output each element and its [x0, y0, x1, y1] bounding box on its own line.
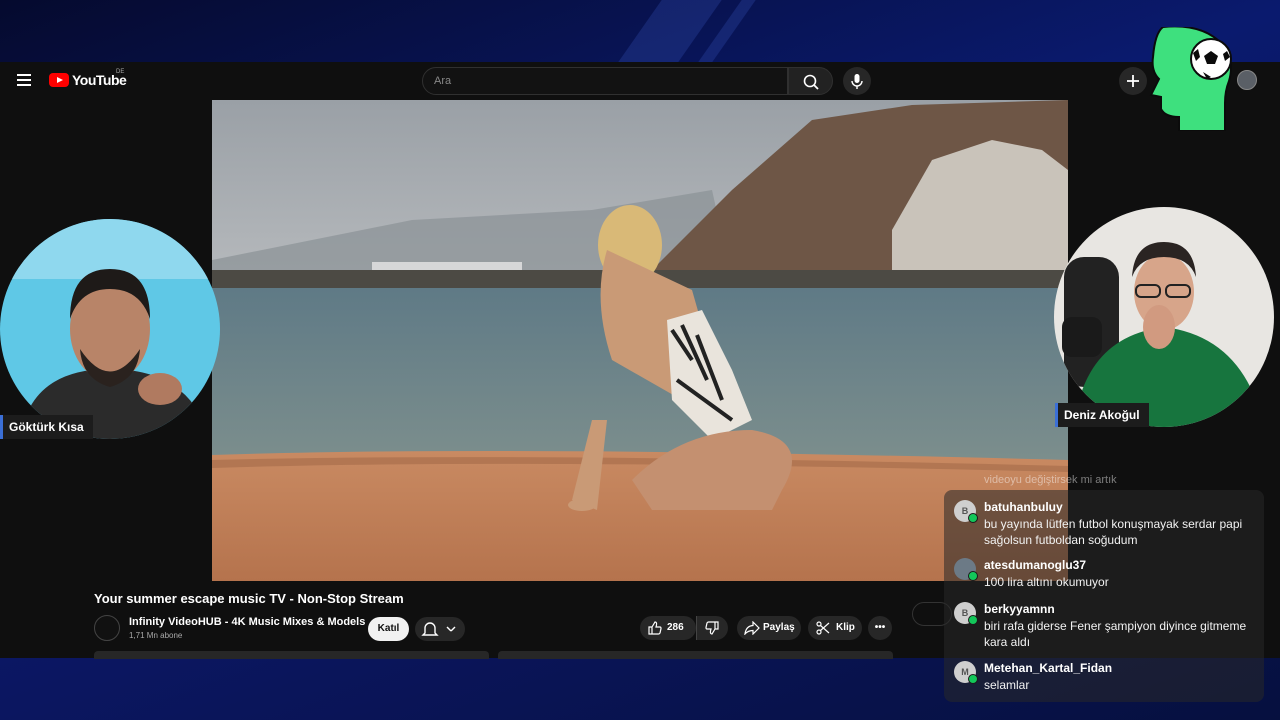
brain-football-logo: [1149, 27, 1232, 131]
chat-message: B berkyyamnn biri rafa giderse Fener şam…: [954, 602, 1259, 649]
search-input[interactable]: Ara: [422, 67, 788, 95]
like-button[interactable]: 286: [640, 616, 696, 640]
chat-message: atesdumanoglu37 100 lira altını okumuyor: [954, 558, 1259, 590]
chat-username: berkyyamnn: [984, 602, 1055, 616]
scissors-icon: [816, 621, 830, 635]
description-panel[interactable]: [94, 651, 489, 659]
dislike-button[interactable]: [696, 616, 728, 640]
thumbs-up-icon: [648, 621, 662, 635]
video-frame: [212, 100, 1068, 581]
chat-username: atesdumanoglu37: [984, 558, 1087, 572]
streamer-name-left: Göktürk Kısa: [0, 415, 93, 439]
top-bar: YouTube DE Ara: [0, 62, 1280, 100]
like-count: 286: [667, 622, 684, 633]
share-label: Paylaş: [763, 622, 795, 633]
webcam-left: [0, 219, 220, 439]
search-icon: [803, 74, 819, 90]
share-button[interactable]: Paylaş: [737, 616, 801, 640]
channel-name[interactable]: Infinity VideoHUB - 4K Music Mixes & Mod…: [129, 616, 365, 628]
chat-username: Metehan_Kartal_Fidan: [984, 661, 1113, 675]
youtube-logo[interactable]: YouTube DE: [49, 69, 127, 88]
chat-text: 100 lira altını okumuyor: [984, 575, 1109, 589]
kick-badge-icon: [968, 513, 978, 523]
webcam-left-feed: [0, 219, 220, 439]
thumbs-down-icon: [705, 621, 719, 635]
voice-search-button[interactable]: [843, 67, 871, 95]
country-code: DE: [116, 69, 125, 75]
channel-avatar[interactable]: [94, 615, 120, 641]
chat-text: biri rafa giderse Fener şampiyon diyince…: [984, 619, 1247, 649]
chat-username: batuhanbuluy: [984, 500, 1063, 514]
microphone-icon: [851, 74, 863, 89]
join-button[interactable]: Katıl: [368, 617, 409, 641]
kick-badge-icon: [968, 674, 978, 684]
menu-icon[interactable]: [17, 74, 31, 86]
chat-overlay: videoyu değiştirsek mi artık B batuhanbu…: [944, 468, 1264, 702]
search-button[interactable]: [788, 67, 833, 95]
clip-button[interactable]: Klip: [808, 616, 862, 640]
streamer-name-right: Deniz Akoğul: [1055, 403, 1149, 427]
more-icon: •••: [874, 622, 886, 633]
youtube-play-icon: [49, 73, 69, 87]
subscriber-count: 1,71 Mn abone: [129, 631, 183, 640]
webcam-right: [1054, 207, 1274, 427]
description-panel[interactable]: [498, 651, 893, 659]
kick-badge-icon: [968, 615, 978, 625]
chat-message: M Metehan_Kartal_Fidan selamlar: [954, 661, 1259, 693]
subscription-bell-button[interactable]: [415, 617, 465, 641]
faded-chat-line: videoyu değiştirsek mi artık: [984, 474, 1117, 486]
chat-text: selamlar: [984, 678, 1030, 692]
webcam-right-feed: [1054, 207, 1274, 427]
kick-badge-icon: [968, 571, 978, 581]
video-title: Your summer escape music TV - Non-Stop S…: [94, 591, 404, 606]
chat-text: bu yayında lütfen futbol konuşmayak serd…: [984, 517, 1243, 547]
bell-icon: [421, 622, 456, 636]
more-actions-button[interactable]: •••: [868, 616, 892, 640]
chat-message: B batuhanbuluy bu yayında lütfen futbol …: [954, 500, 1259, 547]
video-player[interactable]: [212, 100, 1068, 581]
clip-label: Klip: [836, 622, 855, 633]
share-icon: [744, 621, 760, 635]
